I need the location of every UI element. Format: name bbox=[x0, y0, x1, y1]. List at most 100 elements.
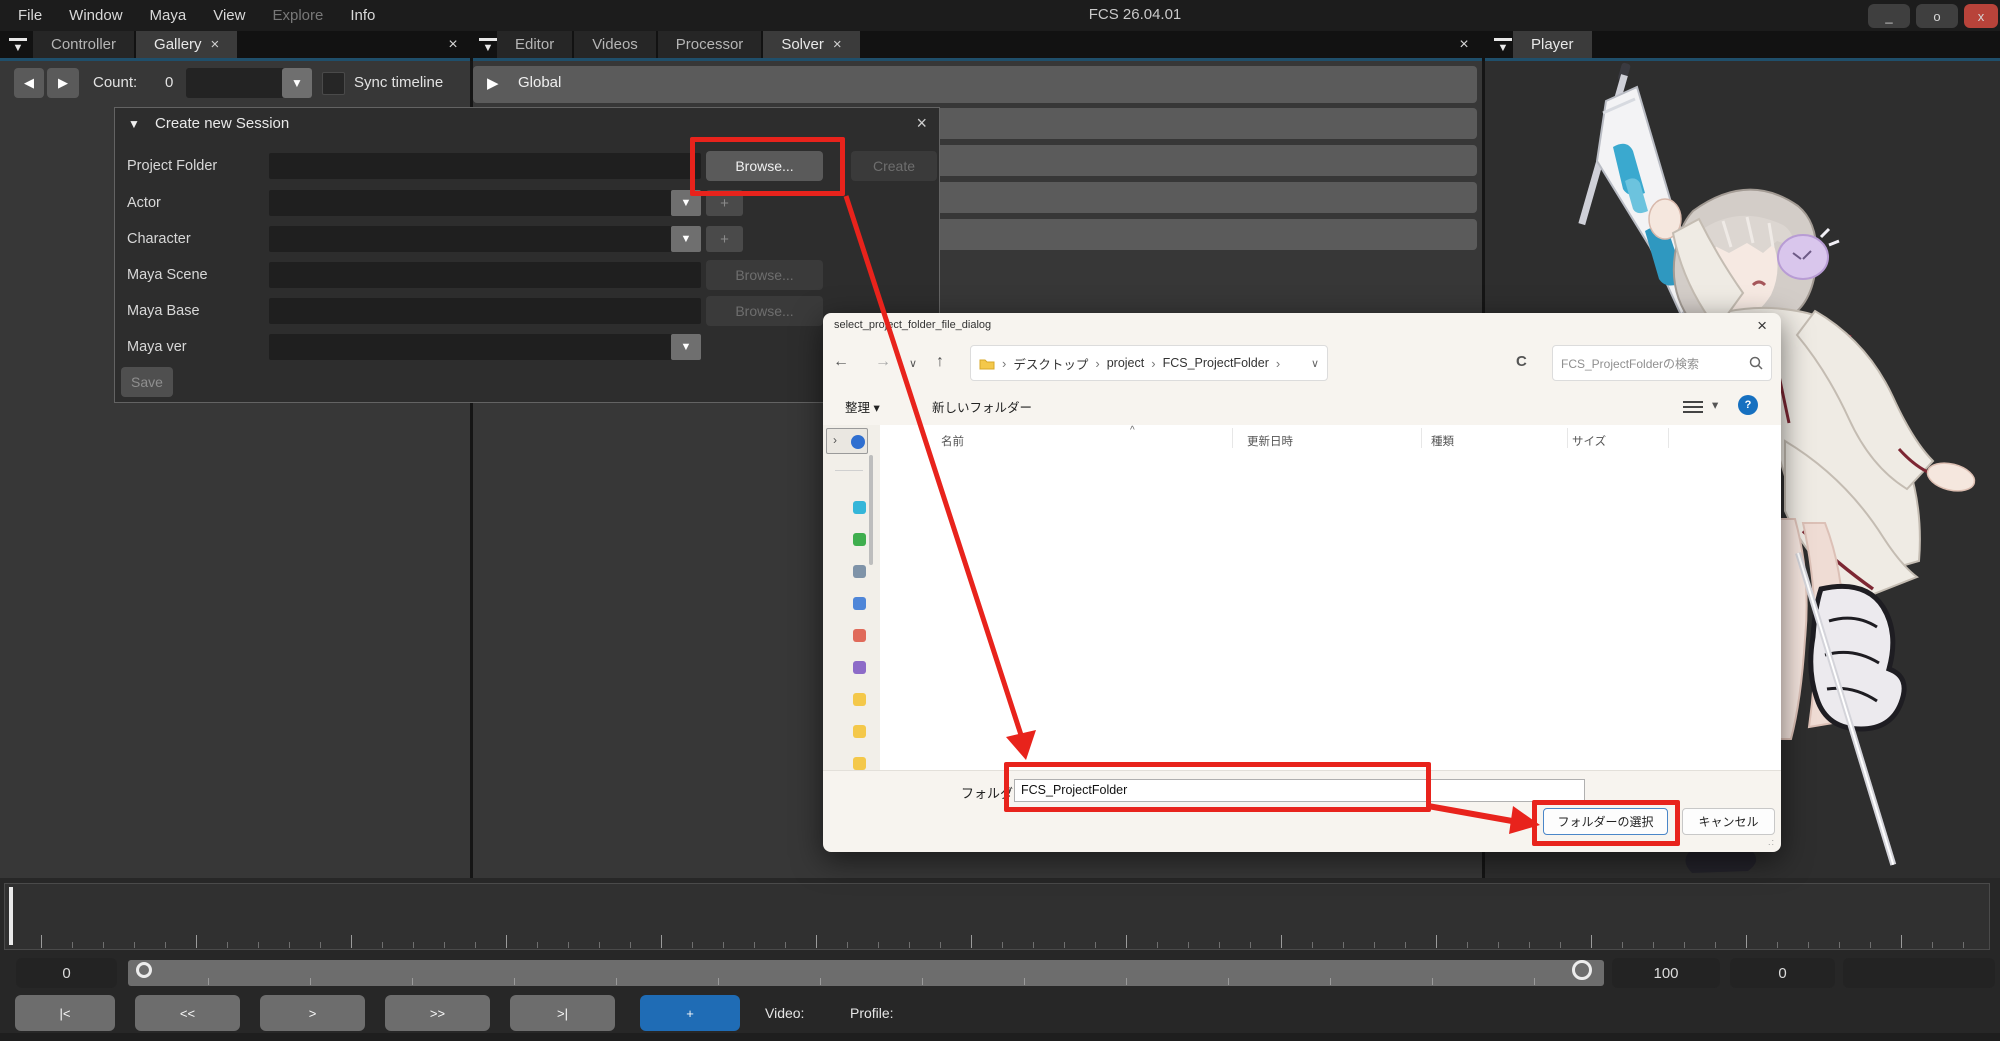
maya-ver-combobox[interactable]: ▼ bbox=[269, 334, 701, 360]
tab-controller[interactable]: Controller bbox=[33, 31, 134, 58]
go-start-button[interactable]: |< bbox=[15, 995, 115, 1031]
sync-timeline-checkbox[interactable] bbox=[322, 72, 345, 95]
maya-base-input[interactable] bbox=[269, 298, 701, 324]
current-frame-value[interactable]: 0 bbox=[1730, 958, 1835, 988]
step-forward-button[interactable]: >> bbox=[385, 995, 490, 1031]
global-row[interactable]: ▶ Global bbox=[473, 66, 1477, 103]
organize-button[interactable]: 整理 ▾ bbox=[845, 397, 880, 416]
menu-window[interactable]: Window bbox=[69, 7, 122, 24]
column-modified[interactable]: 更新日時 bbox=[1247, 433, 1293, 449]
range-slider[interactable] bbox=[128, 960, 1604, 986]
pane-menu-icon[interactable]: ▼ bbox=[479, 38, 497, 54]
add-character-button[interactable]: + bbox=[706, 226, 743, 252]
tab-player[interactable]: Player bbox=[1513, 31, 1592, 58]
tab-gallery[interactable]: Gallery× bbox=[136, 31, 237, 58]
actor-combobox[interactable]: ▼ bbox=[269, 190, 701, 216]
play-icon[interactable]: ▶ bbox=[487, 74, 499, 92]
folder-icon-2[interactable] bbox=[853, 725, 866, 738]
desktop-icon[interactable] bbox=[853, 501, 866, 514]
breadcrumb-dropdown-icon[interactable]: ∨ bbox=[1311, 357, 1319, 370]
slider-tick bbox=[412, 978, 413, 985]
breadcrumb[interactable]: ›デスクトップ›project›FCS_ProjectFolder› ∨ bbox=[970, 345, 1328, 381]
cancel-button[interactable]: キャンセル bbox=[1682, 808, 1775, 835]
menu-items: File Window Maya View Explore Info bbox=[0, 7, 375, 24]
new-folder-button[interactable]: 新しいフォルダー bbox=[932, 397, 1032, 416]
up-icon[interactable]: ↑ bbox=[936, 353, 944, 371]
view-options-icon[interactable] bbox=[1683, 398, 1703, 416]
play-button[interactable]: > bbox=[260, 995, 365, 1031]
range-end-value[interactable]: 100 bbox=[1612, 958, 1720, 988]
range-slider-handle-left[interactable] bbox=[136, 962, 152, 978]
column-type[interactable]: 種類 bbox=[1431, 433, 1454, 449]
chevron-down-icon[interactable]: ▼ bbox=[671, 334, 701, 360]
pane-close-icon[interactable]: × bbox=[1455, 36, 1473, 54]
count-next-button[interactable]: ▶ bbox=[47, 68, 79, 98]
menu-maya[interactable]: Maya bbox=[150, 7, 187, 24]
add-button[interactable]: + bbox=[640, 995, 740, 1031]
videos-icon[interactable] bbox=[853, 661, 866, 674]
maya-scene-input[interactable] bbox=[269, 262, 701, 288]
downloads-icon[interactable] bbox=[853, 533, 866, 546]
ruler-tick bbox=[258, 942, 259, 948]
menu-explore[interactable]: Explore bbox=[272, 7, 323, 24]
dialog-close-icon[interactable]: × bbox=[1757, 316, 1767, 336]
tab-solver[interactable]: Solver× bbox=[763, 31, 859, 58]
documents-icon[interactable] bbox=[853, 565, 866, 578]
tab-close-icon[interactable]: × bbox=[211, 36, 220, 53]
menu-info[interactable]: Info bbox=[350, 7, 375, 24]
create-button[interactable]: Create bbox=[851, 151, 937, 181]
count-prev-button[interactable]: ◀ bbox=[14, 68, 44, 98]
timeline-track[interactable] bbox=[4, 883, 1990, 950]
chevron-down-icon[interactable]: ▼ bbox=[671, 226, 701, 252]
maximize-button[interactable]: o bbox=[1916, 4, 1958, 28]
breadcrumb-segment-1[interactable]: デスクトップ bbox=[1013, 354, 1088, 373]
range-slider-handle-right[interactable] bbox=[1572, 960, 1592, 980]
chevron-right-icon[interactable]: › bbox=[833, 433, 837, 447]
breadcrumb-segment-3[interactable]: FCS_ProjectFolder bbox=[1163, 356, 1269, 370]
tab-processor[interactable]: Processor bbox=[658, 31, 762, 58]
folder-icon-1[interactable] bbox=[853, 693, 866, 706]
music-icon[interactable] bbox=[853, 629, 866, 642]
file-list[interactable]: ^ 名前 更新日時 種類 サイズ bbox=[880, 425, 1781, 770]
search-box[interactable]: FCS_ProjectFolderの検索 bbox=[1552, 345, 1772, 381]
view-caret-icon[interactable]: ▾ bbox=[1712, 397, 1718, 412]
frame-extra-box[interactable] bbox=[1843, 958, 1995, 988]
chevron-down-icon[interactable]: ▼ bbox=[282, 68, 312, 98]
pane-menu-icon[interactable]: ▼ bbox=[9, 38, 27, 54]
save-button[interactable]: Save bbox=[121, 367, 173, 397]
recent-locations-icon[interactable]: ∨ bbox=[909, 357, 917, 370]
breadcrumb-segment-2[interactable]: project bbox=[1107, 356, 1145, 370]
help-icon[interactable]: ? bbox=[1738, 395, 1758, 415]
pictures-icon[interactable] bbox=[853, 597, 866, 610]
tab-editor[interactable]: Editor bbox=[497, 31, 572, 58]
range-start-value[interactable]: 0 bbox=[16, 958, 117, 988]
menu-file[interactable]: File bbox=[18, 7, 42, 24]
slider-tick bbox=[208, 978, 209, 985]
pane-menu-icon[interactable]: ▼ bbox=[1494, 38, 1512, 54]
go-end-button[interactable]: >| bbox=[510, 995, 615, 1031]
step-back-button[interactable]: << bbox=[135, 995, 240, 1031]
browse-maya-base-button[interactable]: Browse... bbox=[706, 296, 823, 326]
tab-videos[interactable]: Videos bbox=[574, 31, 656, 58]
gallery-dropdown[interactable]: ▼ bbox=[186, 68, 312, 98]
collapse-caret-icon[interactable]: ▼ bbox=[128, 117, 140, 131]
close-button[interactable]: x bbox=[1964, 4, 1998, 28]
character-combobox[interactable]: ▼ bbox=[269, 226, 701, 252]
sidebar-item-selected[interactable]: › bbox=[826, 428, 868, 454]
tab-close-icon[interactable]: × bbox=[833, 36, 842, 53]
column-size[interactable]: サイズ bbox=[1572, 433, 1606, 449]
column-name[interactable]: 名前 bbox=[941, 433, 964, 449]
timeline-playhead[interactable] bbox=[9, 887, 13, 945]
minimize-button[interactable]: _ bbox=[1868, 4, 1910, 28]
forward-icon[interactable]: → bbox=[875, 353, 891, 371]
pane-close-icon[interactable]: × bbox=[444, 36, 462, 54]
project-folder-input[interactable] bbox=[269, 153, 701, 179]
browse-maya-scene-button[interactable]: Browse... bbox=[706, 260, 823, 290]
resize-grip[interactable]: .: bbox=[1768, 837, 1775, 847]
folder-icon-3[interactable] bbox=[853, 757, 866, 770]
refresh-icon[interactable]: C bbox=[1516, 353, 1527, 370]
back-icon[interactable]: ← bbox=[833, 353, 849, 371]
menu-view[interactable]: View bbox=[213, 7, 245, 24]
panel-close-icon[interactable]: × bbox=[916, 113, 927, 134]
sidebar-scrollbar[interactable] bbox=[869, 455, 873, 565]
